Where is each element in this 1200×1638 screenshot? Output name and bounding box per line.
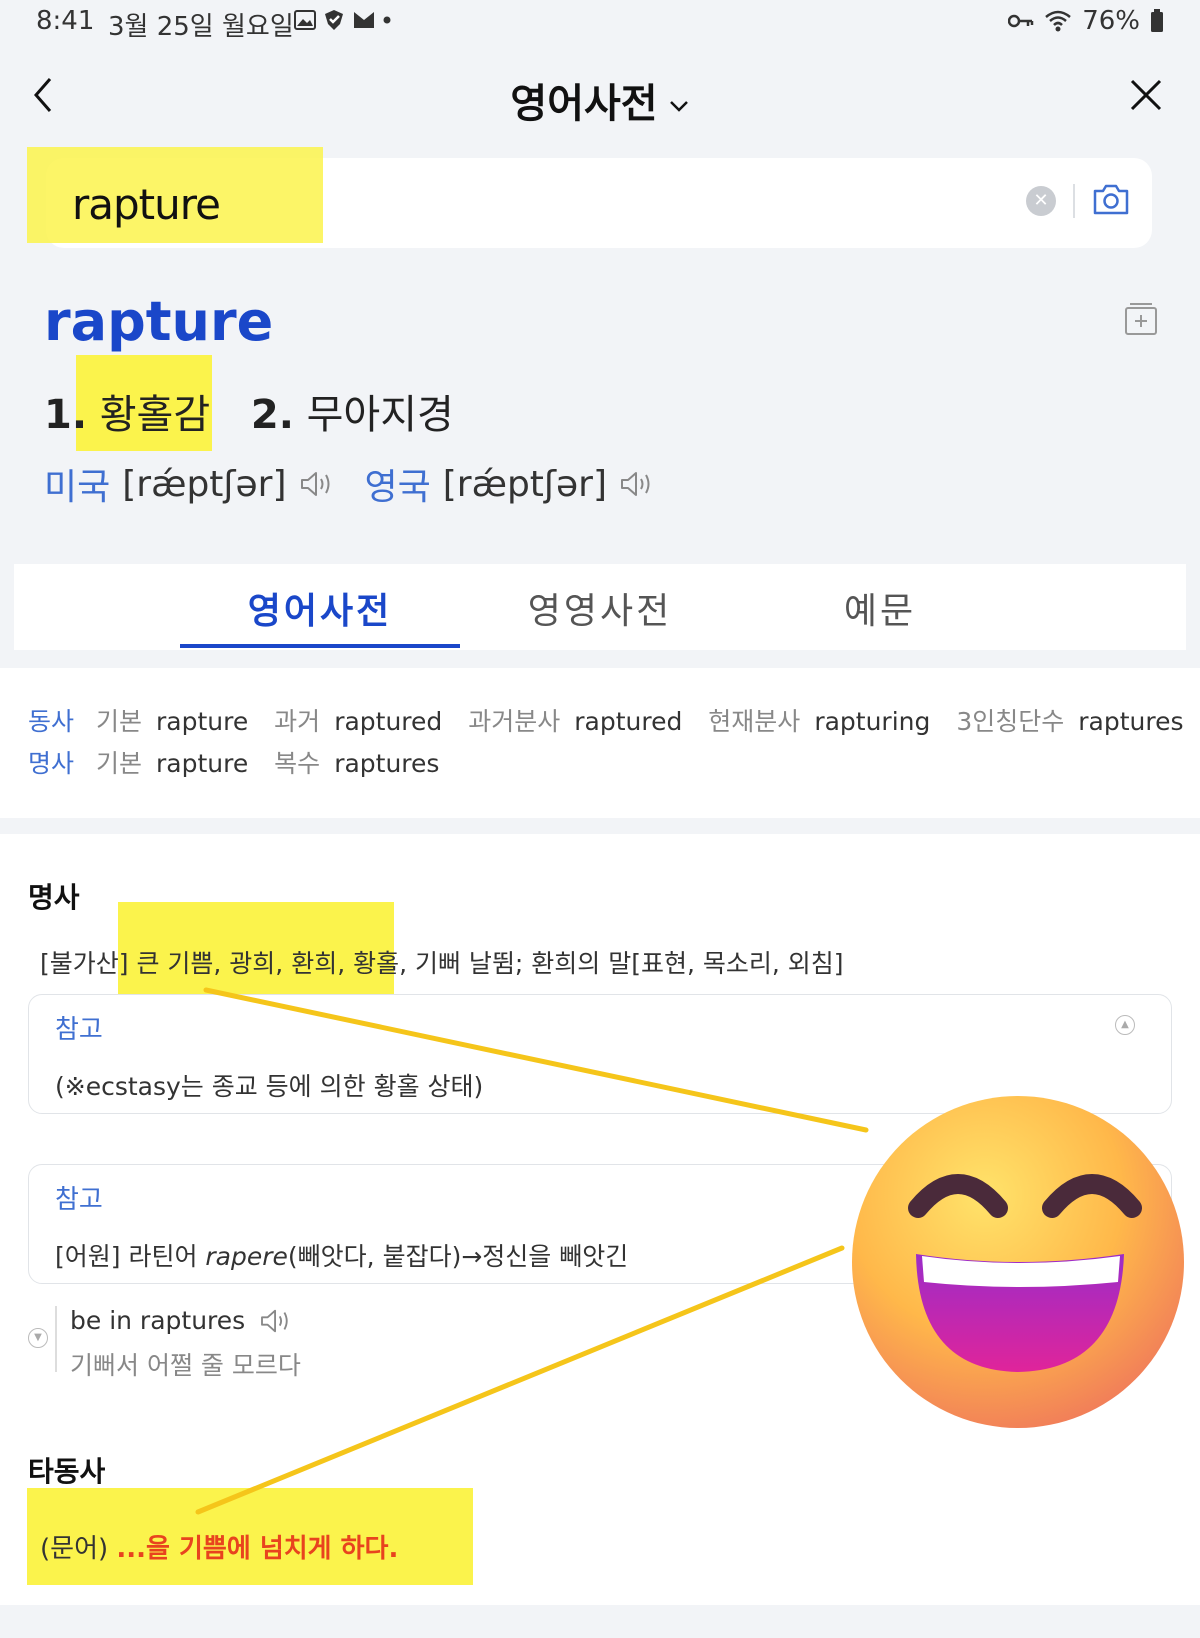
idiom-divider (55, 1306, 57, 1372)
pos-label: 명사 (28, 749, 75, 778)
wifi-icon (1045, 10, 1072, 32)
us-ipa: [rǽptʃər] (122, 463, 287, 505)
form-value: rapture (155, 749, 249, 778)
meaning-number-2: 2. (250, 392, 294, 438)
entry-headword: rapture (44, 290, 274, 353)
etymology-latin: rapere (205, 1242, 288, 1271)
verb-register: (문어) (40, 1534, 117, 1564)
verb-definition: (문어) ...을 기쁨에 넘치게 하다. (40, 1528, 398, 1565)
note-box: 참고 ▲ (※ecstasy는 종교 등에 의한 황홀 상태) (28, 994, 1172, 1114)
verb-forms-row: 동사 기본 rapture 과거 raptured 과거분사 raptured 현재분… (28, 702, 1200, 738)
status-bar: 8:41 3월 25일 월요일 76% (0, 0, 1200, 44)
form-label: 과거분사 (468, 707, 561, 736)
form-label: 현재분사 (708, 707, 801, 736)
pos-label: 동사 (28, 707, 75, 736)
form-value: rapture (155, 707, 249, 736)
uk-ipa: [rǽptʃər] (442, 463, 607, 505)
entry-meanings: 1. 황홀감 2. 무아지경 (44, 382, 454, 440)
search-divider (1073, 184, 1075, 218)
note-text: (※ecstasy는 종교 등에 의한 황홀 상태) (55, 1072, 484, 1101)
form-label: 기본 (95, 749, 142, 778)
tab-english-korean[interactable]: 영어사전 (180, 582, 460, 634)
gallery-icon (294, 10, 316, 30)
word-forms: 동사 기본 rapture 과거 raptured 과거분사 raptured 현재분… (0, 668, 1200, 818)
clear-icon[interactable]: ✕ (1026, 186, 1056, 216)
battery-icon (1151, 9, 1163, 32)
app-header: 영어사전 (0, 55, 1200, 135)
tab-english-english[interactable]: 영영사전 (460, 582, 740, 634)
etymology-pre: [어원] 라틴어 (55, 1242, 206, 1271)
camera-icon[interactable] (1092, 182, 1130, 216)
notification-icons (294, 8, 392, 32)
form-label: 기본 (95, 707, 142, 736)
status-time: 8:41 (36, 6, 95, 36)
speaker-icon[interactable] (259, 1307, 293, 1335)
etymology-box: 참고 [어원] 라틴어 rapere(빼앗다, 붙잡다)→정신을 빼앗긴 (28, 1164, 1172, 1284)
noun-definition: [불가산] 큰 기쁨, 광희, 환희, 황홀, 기뻐 날뜀; 환희의 말[표현,… (40, 949, 844, 978)
etymology-post: (빼앗다, 붙잡다)→정신을 빼앗긴 (287, 1242, 629, 1271)
form-value: raptures (1078, 707, 1184, 736)
meaning-number-1: 1. (44, 392, 88, 438)
meaning-1: 황홀감 (99, 392, 211, 438)
pronunciation-row: 미국 [rǽptʃər] 영국 [rǽptʃər] (44, 458, 685, 510)
meaning-2: 무아지경 (306, 392, 454, 438)
chevron-up-icon[interactable]: ▲ (1115, 1015, 1135, 1035)
form-value: raptured (334, 707, 443, 736)
key-icon (1008, 14, 1034, 28)
verb-section-title: 타동사 (28, 1455, 106, 1488)
chevron-down-icon[interactable]: ▼ (28, 1328, 48, 1348)
noun-section-title: 명사 (28, 881, 80, 914)
verb-meaning: ...을 기쁨에 넘치게 하다. (116, 1534, 399, 1564)
shield-check-icon (325, 10, 343, 30)
speaker-icon[interactable] (299, 469, 335, 499)
page-title: 영어사전 (510, 81, 658, 127)
active-tab-indicator (180, 644, 460, 648)
form-value: rapturing (814, 707, 931, 736)
form-value: raptures (334, 749, 440, 778)
note-title: 참고 (55, 1185, 103, 1215)
etymology-text: [어원] 라틴어 rapere(빼앗다, 붙잡다)→정신을 빼앗긴 (55, 1237, 628, 1273)
search-input[interactable]: rapture (72, 180, 221, 229)
dictionary-selector[interactable]: 영어사전 (0, 71, 1200, 129)
us-label: 미국 (44, 467, 111, 508)
mail-icon (354, 12, 374, 28)
dictionary-tabs: 영어사전 영영사전 예문 (14, 564, 1186, 650)
uk-label: 영국 (364, 467, 431, 508)
form-label: 과거 (274, 707, 321, 736)
idiom-meaning: 기뻐서 어쩔 줄 모르다 (70, 1351, 301, 1380)
tab-examples[interactable]: 예문 (740, 582, 1020, 634)
form-label: 복수 (274, 749, 321, 778)
chevron-down-icon (669, 101, 688, 112)
status-date: 3월 25일 월요일 (108, 12, 294, 42)
noun-forms-row: 명사 기본 rapture 복수 raptures (28, 744, 457, 780)
form-label: 3인칭단수 (956, 707, 1065, 736)
idiom-phrase: be in raptures (70, 1306, 293, 1335)
battery-level: 76% (1082, 6, 1140, 36)
speaker-icon[interactable] (619, 469, 655, 499)
close-icon[interactable] (1126, 75, 1166, 115)
note-title: 참고 (55, 1015, 103, 1045)
add-wordbook-icon[interactable] (1124, 302, 1158, 336)
idiom-text: be in raptures (70, 1306, 246, 1335)
dot-icon (383, 16, 391, 24)
form-value: raptured (574, 707, 683, 736)
